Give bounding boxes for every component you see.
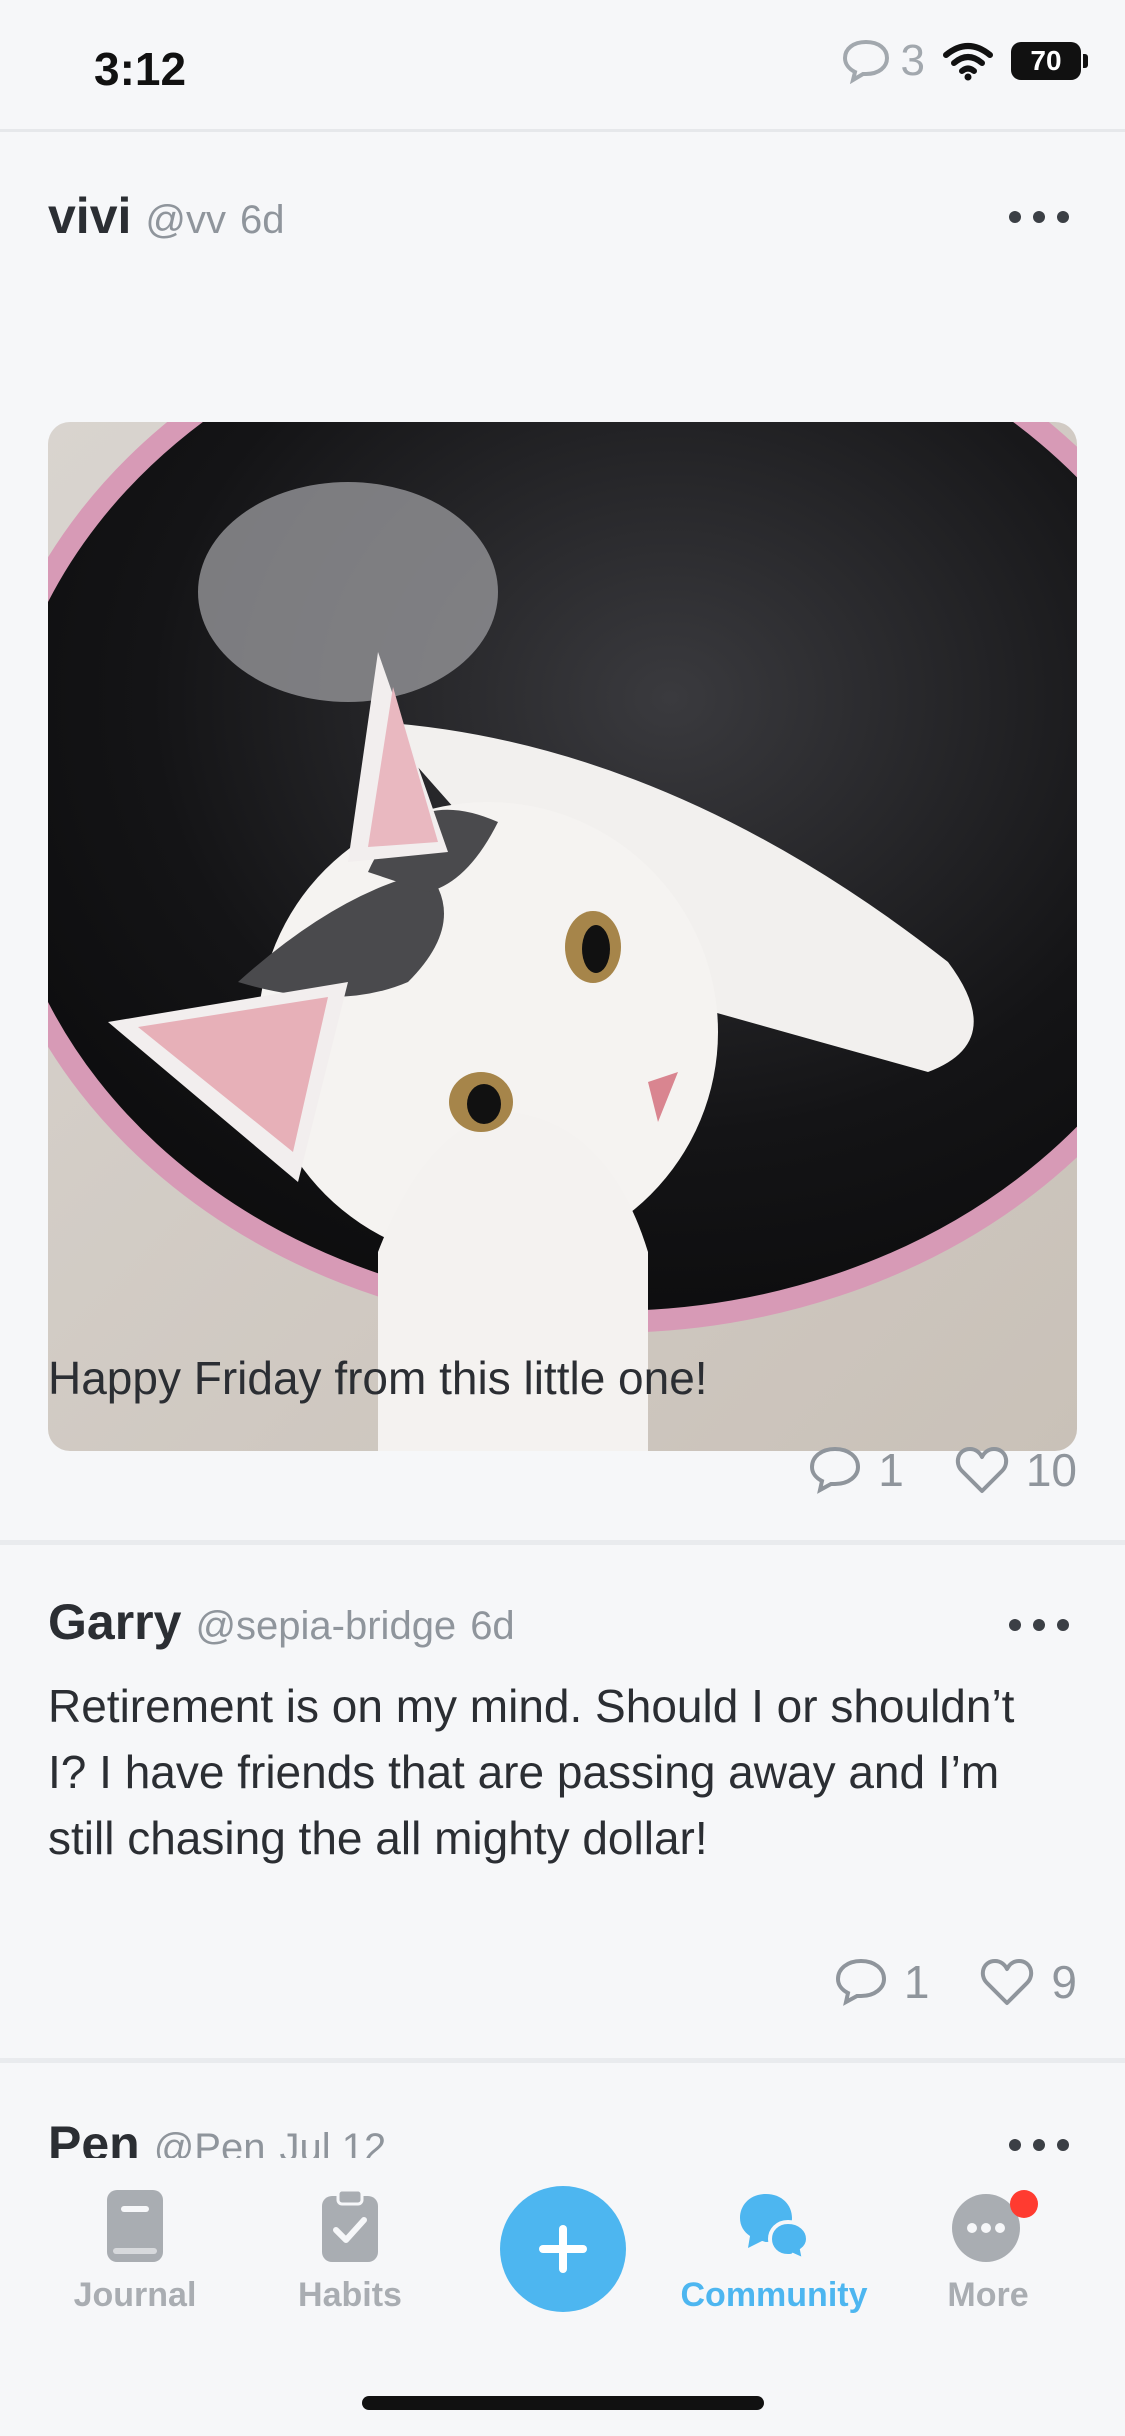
comment-icon (842, 39, 889, 84)
add-entry-button[interactable] (500, 2186, 626, 2312)
post-age: Jul 12 (279, 2126, 387, 2158)
post-header: Garry @sepia-bridge 6d (48, 1593, 515, 1651)
tab-community[interactable]: Community (681, 2188, 868, 2315)
post-card[interactable]: vivi @vv 6d Happy Friday from this littl… (0, 135, 1125, 1540)
tab-label: Community (680, 2276, 868, 2314)
tab-journal[interactable]: Journal (45, 2188, 225, 2315)
status-time: 3:12 (94, 43, 187, 95)
post-text: Happy Friday from this little one! (48, 1352, 708, 1404)
tab-label: Habits (298, 2276, 402, 2314)
post-stats: 1 9 (834, 1955, 1077, 2009)
like-button[interactable]: 10 (954, 1443, 1077, 1497)
notification-badge (1010, 2190, 1038, 2218)
post-age: 6d (470, 1604, 515, 1648)
post-author[interactable]: Garry (48, 1593, 181, 1651)
post-card[interactable]: Pen @Pen Jul 12 (0, 2063, 1125, 2158)
wifi-icon (943, 43, 993, 81)
post-text: Retirement is on my mind. Should I or sh… (48, 1680, 1015, 1864)
like-button[interactable]: 9 (979, 1955, 1077, 2009)
post-options-button[interactable] (1009, 207, 1069, 227)
comment-count: 1 (903, 1956, 930, 2008)
battery-icon: 70 (1011, 42, 1088, 80)
post-author[interactable]: Pen (48, 2115, 140, 2158)
more-icon-wrapper (950, 2188, 1038, 2264)
comment-button[interactable]: 1 (834, 1955, 930, 2009)
plus-icon (539, 2225, 587, 2273)
post-age: 6d (240, 198, 285, 242)
tab-label: More (947, 2276, 1029, 2314)
post-options-button[interactable] (1009, 2135, 1069, 2155)
comment-count: 1 (878, 1444, 904, 1496)
post-handle[interactable]: @sepia-bridge (195, 1604, 456, 1649)
like-count: 9 (1051, 1956, 1077, 2008)
tab-more[interactable]: More (898, 2188, 1078, 2315)
post-stats: 1 10 (808, 1443, 1077, 1497)
tab-habits[interactable]: Habits (260, 2188, 440, 2315)
overlay-comment-count: 3 (841, 36, 925, 86)
heart-icon (981, 1959, 1034, 2005)
post-image[interactable] (48, 422, 1077, 1451)
status-indicators: 3 70 (841, 36, 1088, 86)
post-handle[interactable]: @Pen (154, 2126, 266, 2158)
kitten-photo (48, 422, 1077, 1451)
journal-icon (107, 2190, 163, 2262)
heart-icon (955, 1447, 1008, 1493)
post-card[interactable]: Garry @sepia-bridge 6d Retirement is on … (0, 1545, 1125, 2058)
home-indicator (362, 2396, 764, 2410)
like-count: 10 (1025, 1444, 1077, 1496)
post-header: vivi @vv 6d (48, 187, 285, 245)
post-header: Pen @Pen Jul 12 (48, 2115, 386, 2158)
chat-bubbles-icon (740, 2194, 811, 2264)
post-handle[interactable]: @vv (145, 198, 226, 243)
comment-icon (835, 1958, 886, 2006)
post-author[interactable]: vivi (48, 187, 131, 245)
comment-button[interactable]: 1 (808, 1443, 904, 1497)
tab-label: Journal (73, 2276, 197, 2314)
clipboard-icon (322, 2188, 378, 2262)
status-bar: 3:12 3 70 (0, 0, 1125, 132)
post-options-button[interactable] (1009, 1615, 1069, 1635)
comment-icon (810, 1446, 861, 1494)
tab-bar: Journal Habits Community More (0, 2158, 1125, 2436)
